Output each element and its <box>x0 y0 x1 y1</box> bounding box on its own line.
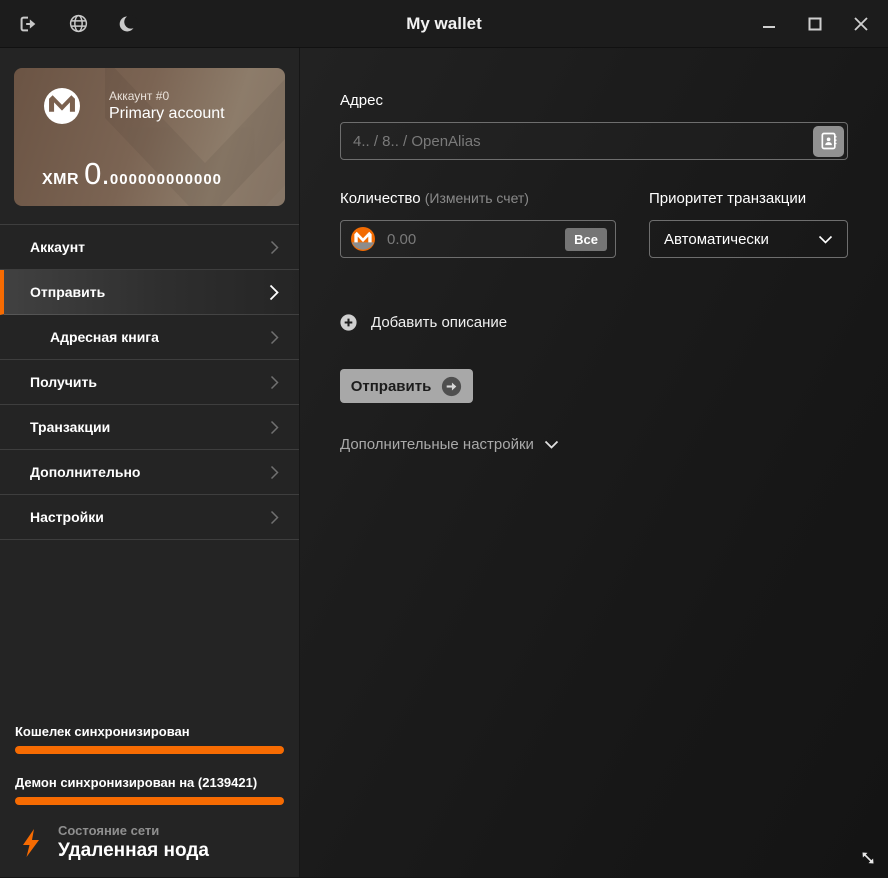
amount-label: Количество <box>340 190 425 207</box>
monero-logo-icon <box>44 88 80 124</box>
sidebar-item-send[interactable]: Отправить <box>0 270 299 315</box>
sidebar-item-address-book[interactable]: Адресная книга <box>0 315 299 360</box>
menu-item-label: Дополнительно <box>30 464 141 480</box>
menu-item-label: Транзакции <box>30 419 111 435</box>
amount-input-box: Все <box>340 220 616 258</box>
daemon-sync-label: Демон синхронизирован на (2139421) <box>15 775 258 790</box>
menu-item-label: Получить <box>30 374 97 390</box>
lightning-icon <box>23 828 39 857</box>
sidebar-item-receive[interactable]: Получить <box>0 360 299 405</box>
logout-icon[interactable] <box>16 12 40 36</box>
window-controls <box>756 11 888 37</box>
chevron-right-icon <box>270 330 279 344</box>
network-status-value: Удаленная нода <box>58 840 209 861</box>
wallet-balance: XMR 0. 000000000000 <box>42 156 222 192</box>
close-button[interactable] <box>848 11 874 37</box>
chevron-right-icon <box>270 510 279 524</box>
menu-item-label: Настройки <box>30 509 104 525</box>
chevron-right-icon <box>270 465 279 479</box>
arrow-right-circle-icon <box>441 376 462 397</box>
resize-cursor-icon <box>860 850 876 871</box>
wallet-sync-progressbar <box>15 746 284 754</box>
balance-fraction: 000000000000 <box>109 171 223 188</box>
send-all-button[interactable]: Все <box>565 227 607 251</box>
maximize-button[interactable] <box>802 11 828 37</box>
account-name-label: Primary account <box>109 105 225 122</box>
chevron-right-icon <box>270 420 279 434</box>
change-account-link[interactable]: (Изменить счет) <box>425 190 529 206</box>
priority-dropdown[interactable]: Автоматически <box>649 220 848 258</box>
daemon-sync-progressbar <box>15 797 284 805</box>
sidebar: Аккаунт #0 Primary account XMR 0. 000000… <box>0 48 300 877</box>
sidebar-item-transactions[interactable]: Транзакции <box>0 405 299 450</box>
chevron-right-icon <box>269 284 279 300</box>
sidebar-item-account[interactable]: Аккаунт <box>0 225 299 270</box>
language-globe-icon[interactable] <box>66 12 90 36</box>
account-number-label: Аккаунт #0 <box>109 89 170 103</box>
sidebar-status: Кошелек синхронизирован Демон синхронизи… <box>0 724 299 877</box>
add-description-button[interactable]: Добавить описание <box>340 314 848 331</box>
address-input[interactable] <box>341 132 813 150</box>
wallet-sync-label: Кошелек синхронизирован <box>15 724 190 739</box>
amount-label-row: Количество (Изменить счет) <box>340 190 616 207</box>
minimize-button[interactable] <box>756 11 782 37</box>
sidebar-item-advanced[interactable]: Дополнительно <box>0 450 299 495</box>
titlebar: My wallet <box>0 0 888 48</box>
address-label: Адрес <box>340 92 383 109</box>
balance-currency: XMR <box>42 171 80 188</box>
send-button[interactable]: Отправить <box>340 369 473 403</box>
priority-selected-value: Автоматически <box>664 230 769 248</box>
account-card[interactable]: Аккаунт #0 Primary account XMR 0. 000000… <box>14 68 285 206</box>
network-status-label: Состояние сети <box>58 823 160 838</box>
chevron-right-icon <box>270 240 279 254</box>
network-status[interactable]: Состояние сети Удаленная нода <box>15 823 284 862</box>
advanced-settings-label: Дополнительные настройки <box>340 436 534 453</box>
chevron-down-icon <box>818 235 833 244</box>
menu-item-label: Адресная книга <box>50 329 159 345</box>
advanced-settings-toggle[interactable]: Дополнительные настройки <box>340 436 848 453</box>
chevron-right-icon <box>270 375 279 389</box>
add-description-label: Добавить описание <box>371 314 508 331</box>
titlebar-left-icons <box>0 12 140 36</box>
chevron-down-icon <box>544 440 559 449</box>
plus-circle-icon <box>340 314 357 331</box>
address-input-box <box>340 122 848 160</box>
dark-mode-moon-icon[interactable] <box>116 12 140 36</box>
sidebar-item-settings[interactable]: Настройки <box>0 495 299 540</box>
amount-input[interactable] <box>375 230 566 248</box>
menu-item-label: Аккаунт <box>30 239 86 255</box>
address-book-button[interactable] <box>813 125 844 157</box>
send-button-label: Отправить <box>350 377 432 395</box>
send-page: Адрес Количество (Изменить счет) <box>300 48 888 877</box>
balance-integer: 0. <box>84 156 110 191</box>
priority-label: Приоритет транзакции <box>649 190 807 207</box>
sidebar-menu: Аккаунт Отправить Адресная книга Получит… <box>0 224 299 540</box>
menu-item-label: Отправить <box>30 284 106 300</box>
monero-coin-icon <box>351 227 375 251</box>
